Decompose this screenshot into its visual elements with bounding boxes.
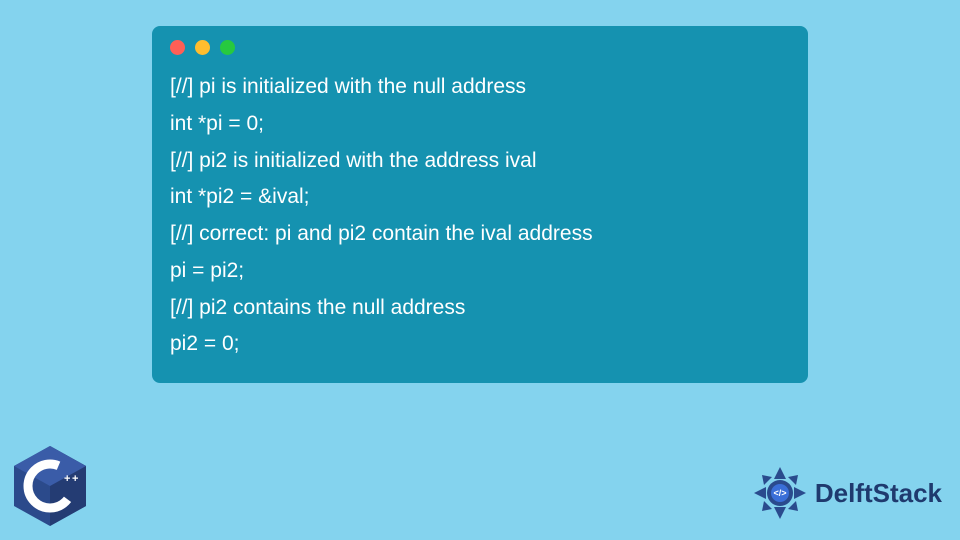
- delftstack-logo-icon: </>: [751, 464, 809, 522]
- code-line: [//] correct: pi and pi2 contain the iva…: [170, 216, 790, 253]
- brand-name: DelftStack: [815, 478, 942, 509]
- minimize-dot-icon: [195, 40, 210, 55]
- brand-area: </> DelftStack: [751, 464, 942, 522]
- code-block: [//] pi is initialized with the null add…: [170, 69, 790, 363]
- svg-text:</>: </>: [773, 488, 786, 498]
- code-line: int *pi2 = &ival;: [170, 179, 790, 216]
- code-window: [//] pi is initialized with the null add…: [152, 26, 808, 383]
- close-dot-icon: [170, 40, 185, 55]
- window-traffic-lights: [170, 40, 790, 55]
- svg-text:+: +: [72, 473, 78, 485]
- code-line: int *pi = 0;: [170, 106, 790, 143]
- code-line: [//] pi2 is initialized with the address…: [170, 143, 790, 180]
- cpp-logo-icon: + +: [14, 446, 86, 526]
- code-line: [//] pi is initialized with the null add…: [170, 69, 790, 106]
- code-line: pi2 = 0;: [170, 326, 790, 363]
- svg-text:+: +: [64, 473, 70, 485]
- code-line: pi = pi2;: [170, 253, 790, 290]
- zoom-dot-icon: [220, 40, 235, 55]
- code-line: [//] pi2 contains the null address: [170, 290, 790, 327]
